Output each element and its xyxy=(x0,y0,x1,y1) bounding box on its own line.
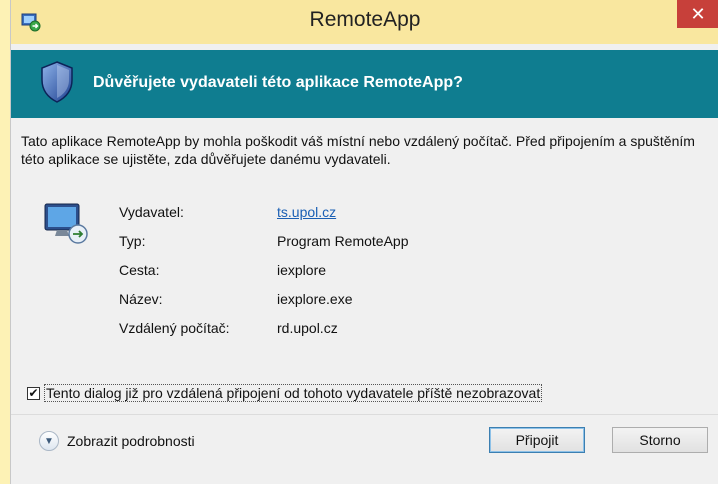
dont-show-again-checkbox[interactable]: ✔ xyxy=(27,386,40,400)
detail-label: Vydavatel: xyxy=(119,204,184,220)
title-bar: RemoteApp ✕ xyxy=(11,0,718,44)
button-bar: ▼ Zobrazit podrobnosti Připojit Storno xyxy=(11,415,718,484)
cancel-button[interactable]: Storno xyxy=(612,427,708,453)
remoteapp-dialog: RemoteApp ✕ Důvěřujete vydavateli této a… xyxy=(10,0,718,484)
trust-question: Důvěřujete vydavateli této aplikace Remo… xyxy=(93,74,463,91)
close-button[interactable]: ✕ xyxy=(677,0,718,28)
trust-header: Důvěřujete vydavateli této aplikace Remo… xyxy=(11,50,718,118)
detail-value: iexplore.exe xyxy=(277,291,353,307)
detail-value: Program RemoteApp xyxy=(277,233,409,249)
detail-label: Cesta: xyxy=(119,262,160,278)
warning-text: Tato aplikace RemoteApp by mohla poškodi… xyxy=(21,133,695,167)
publisher-link[interactable]: ts.upol.cz xyxy=(277,204,336,220)
detail-label: Vzdálený počítač: xyxy=(119,320,230,336)
detail-value: rd.upol.cz xyxy=(277,320,338,336)
shield-icon xyxy=(41,61,73,103)
dont-show-again-label[interactable]: Tento dialog již pro vzdálená připojení … xyxy=(44,384,543,402)
show-details-label[interactable]: Zobrazit podrobnosti xyxy=(67,433,195,449)
detail-value: iexplore xyxy=(277,262,327,278)
close-icon: ✕ xyxy=(690,4,706,24)
connect-button[interactable]: Připojit xyxy=(489,427,585,453)
dont-show-again-option[interactable]: ✔ Tento dialog již pro vzdálená připojen… xyxy=(27,384,543,402)
detail-label: Název: xyxy=(119,291,163,307)
dialog-content: Tato aplikace RemoteApp by mohla poškodi… xyxy=(11,118,718,484)
detail-label: Typ: xyxy=(119,233,146,249)
remote-computer-icon xyxy=(44,203,88,244)
show-details-toggle[interactable]: ▼ Zobrazit podrobnosti xyxy=(39,431,195,451)
window-title: RemoteApp xyxy=(309,8,421,31)
chevron-down-icon[interactable]: ▼ xyxy=(39,431,59,451)
